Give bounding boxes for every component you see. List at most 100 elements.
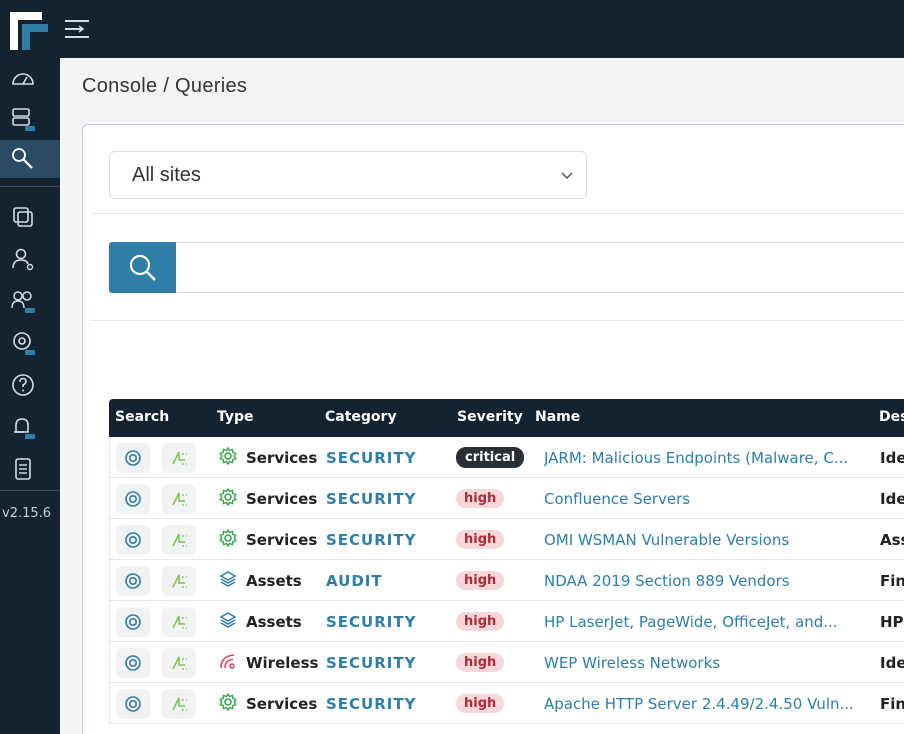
sidebar-item-dashboard[interactable] xyxy=(0,60,60,98)
document-icon xyxy=(15,458,31,480)
probe-icon xyxy=(172,574,187,588)
queries-panel: All sites Search Type Category Severity … xyxy=(82,124,904,734)
gear-icon xyxy=(219,446,237,465)
column-header-severity[interactable]: Severity xyxy=(457,409,523,425)
target-icon xyxy=(125,572,141,589)
row-category[interactable]: SECURITY xyxy=(326,654,416,672)
site-select[interactable]: All sites xyxy=(109,151,587,199)
row-category[interactable]: SECURITY xyxy=(326,613,416,631)
sidebar-item-user[interactable] xyxy=(0,240,60,278)
row-name-link[interactable]: JARM: Malicious Endpoints (Malware, C... xyxy=(544,449,874,467)
row-category[interactable]: SECURITY xyxy=(326,449,416,467)
app-window: v2.15.6 Console / Queries All sites Sear… xyxy=(0,0,904,734)
query-details-button[interactable] xyxy=(162,524,196,555)
row-description: Ide xyxy=(880,653,904,672)
sidebar-item-alerts[interactable] xyxy=(0,408,60,446)
row-type: Services xyxy=(246,448,318,467)
table-row[interactable]: Services SECURITY high Confluence Server… xyxy=(110,478,904,519)
query-details-button[interactable] xyxy=(162,565,196,596)
row-type: Services xyxy=(246,489,318,508)
sidebar-item-queries[interactable] xyxy=(0,140,60,178)
run-query-button[interactable] xyxy=(116,688,150,719)
probe-icon xyxy=(172,533,187,547)
table-row[interactable]: Assets SECURITY high HP LaserJet, PageWi… xyxy=(110,601,904,642)
gear-icon xyxy=(219,692,237,711)
row-description: Ide xyxy=(880,448,904,467)
probe-icon xyxy=(172,615,187,629)
app-version: v2.15.6 xyxy=(2,506,52,521)
sidebar-item-servers[interactable] xyxy=(0,100,60,138)
breadcrumb: Console / Queries xyxy=(82,75,248,97)
row-name-link[interactable]: Confluence Servers xyxy=(544,490,874,508)
logo-icon[interactable] xyxy=(4,6,54,54)
run-query-button[interactable] xyxy=(116,483,150,514)
table-row[interactable]: Services SECURITY critical JARM: Malicio… xyxy=(110,437,904,478)
row-name-link[interactable]: Apache HTTP Server 2.4.49/2.4.50 Vuln... xyxy=(544,695,874,713)
sidebar-item-assets[interactable] xyxy=(0,198,60,236)
probe-icon xyxy=(172,492,187,506)
row-category[interactable]: AUDIT xyxy=(326,572,383,590)
table-row[interactable]: Services SECURITY high Apache HTTP Serve… xyxy=(110,683,904,724)
row-category[interactable]: SECURITY xyxy=(326,695,416,713)
row-name-link[interactable]: OMI WSMAN Vulnerable Versions xyxy=(544,531,874,549)
column-header-search[interactable]: Search xyxy=(115,409,169,425)
severity-badge: high xyxy=(456,653,505,672)
row-description: HP xyxy=(880,612,904,631)
table-row[interactable]: Assets AUDIT high NDAA 2019 Section 889 … xyxy=(110,560,904,601)
probe-icon xyxy=(172,451,187,465)
run-query-button[interactable] xyxy=(116,442,150,473)
query-details-button[interactable] xyxy=(162,483,196,514)
row-name-link[interactable]: WEP Wireless Networks xyxy=(544,654,874,672)
menu-toggle-icon[interactable] xyxy=(62,16,92,42)
row-name-link[interactable]: HP LaserJet, PageWide, OfficeJet, and... xyxy=(544,613,874,631)
row-description: Ass xyxy=(880,530,904,549)
layers-icon xyxy=(219,570,237,587)
table-row[interactable]: Services SECURITY high OMI WSMAN Vulnera… xyxy=(110,519,904,560)
probe-icon xyxy=(172,656,187,670)
sidebar-item-location[interactable] xyxy=(0,324,60,362)
row-type: Assets xyxy=(246,571,302,590)
search-button[interactable] xyxy=(109,242,176,293)
target-icon xyxy=(125,654,141,671)
run-query-button[interactable] xyxy=(116,606,150,637)
severity-badge: high xyxy=(456,489,505,508)
column-header-name[interactable]: Name xyxy=(535,409,580,425)
target-icon xyxy=(125,490,141,507)
row-name-link[interactable]: NDAA 2019 Section 889 Vendors xyxy=(544,572,874,590)
row-type: Assets xyxy=(246,612,302,631)
column-header-description[interactable]: Des xyxy=(879,409,904,425)
row-category[interactable]: SECURITY xyxy=(326,490,416,508)
row-description: Fin xyxy=(880,571,904,590)
sidebar-item-reports[interactable] xyxy=(0,450,60,488)
severity-badge: high xyxy=(456,612,505,631)
query-details-button[interactable] xyxy=(162,606,196,637)
column-header-category[interactable]: Category xyxy=(325,409,397,425)
divider xyxy=(91,213,904,214)
table-row[interactable]: Wireless SECURITY high WEP Wireless Netw… xyxy=(110,642,904,683)
target-icon xyxy=(125,695,141,712)
site-select-value: All sites xyxy=(132,163,201,186)
search-icon xyxy=(12,148,33,169)
severity-badge: high xyxy=(456,571,505,590)
query-details-button[interactable] xyxy=(162,647,196,678)
layers-icon xyxy=(13,207,33,227)
row-category[interactable]: SECURITY xyxy=(326,531,416,549)
gauge-icon xyxy=(12,73,34,85)
row-description: Ide xyxy=(880,489,904,508)
sidebar-item-users[interactable] xyxy=(0,282,60,320)
column-header-type[interactable]: Type xyxy=(217,409,254,425)
search-input[interactable] xyxy=(176,243,904,292)
query-details-button[interactable] xyxy=(162,688,196,719)
query-details-button[interactable] xyxy=(162,442,196,473)
row-type: Wireless xyxy=(246,653,319,672)
run-query-button[interactable] xyxy=(116,647,150,678)
layers-icon xyxy=(219,611,237,628)
target-icon xyxy=(125,449,141,466)
users-icon xyxy=(11,291,35,313)
row-description: Fin xyxy=(880,694,904,713)
bell-icon xyxy=(14,418,35,439)
run-query-button[interactable] xyxy=(116,565,150,596)
sidebar-item-help[interactable] xyxy=(0,366,60,404)
severity-badge: high xyxy=(456,530,505,549)
run-query-button[interactable] xyxy=(116,524,150,555)
